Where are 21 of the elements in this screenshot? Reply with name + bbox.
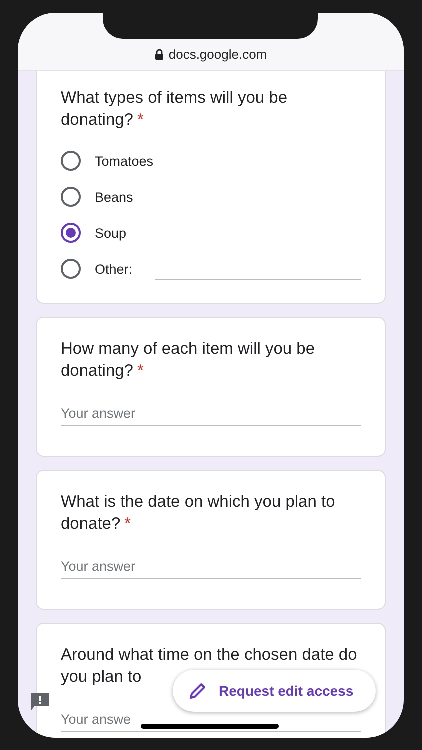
pencil-icon: [189, 682, 207, 700]
request-edit-button[interactable]: Request edit access: [173, 670, 376, 712]
radio-button[interactable]: [61, 259, 81, 279]
required-asterisk: *: [138, 111, 144, 129]
address-url[interactable]: docs.google.com: [168, 47, 268, 62]
option-label: Soup: [95, 226, 127, 240]
answer-field[interactable]: Your answer: [61, 555, 361, 579]
radio-button[interactable]: [61, 223, 81, 243]
question-title: What types of items will you be donating? *: [61, 88, 289, 131]
question-title: What is the date on which you plan to donate? *: [61, 492, 336, 535]
option-label: Other:: [95, 262, 133, 276]
option-label: Beans: [95, 190, 134, 204]
question-title: How many of each item will you be donating? *: [61, 339, 316, 382]
option-label: Tomatoes: [95, 154, 154, 168]
required-asterisk: *: [124, 515, 132, 533]
radio-button[interactable]: [61, 187, 81, 207]
answer-field[interactable]: Your answer: [61, 402, 361, 426]
feedback-icon[interactable]: [30, 692, 50, 712]
radio-button[interactable]: [61, 151, 81, 171]
required-asterisk: *: [138, 362, 144, 380]
lock-icon: [154, 49, 164, 60]
